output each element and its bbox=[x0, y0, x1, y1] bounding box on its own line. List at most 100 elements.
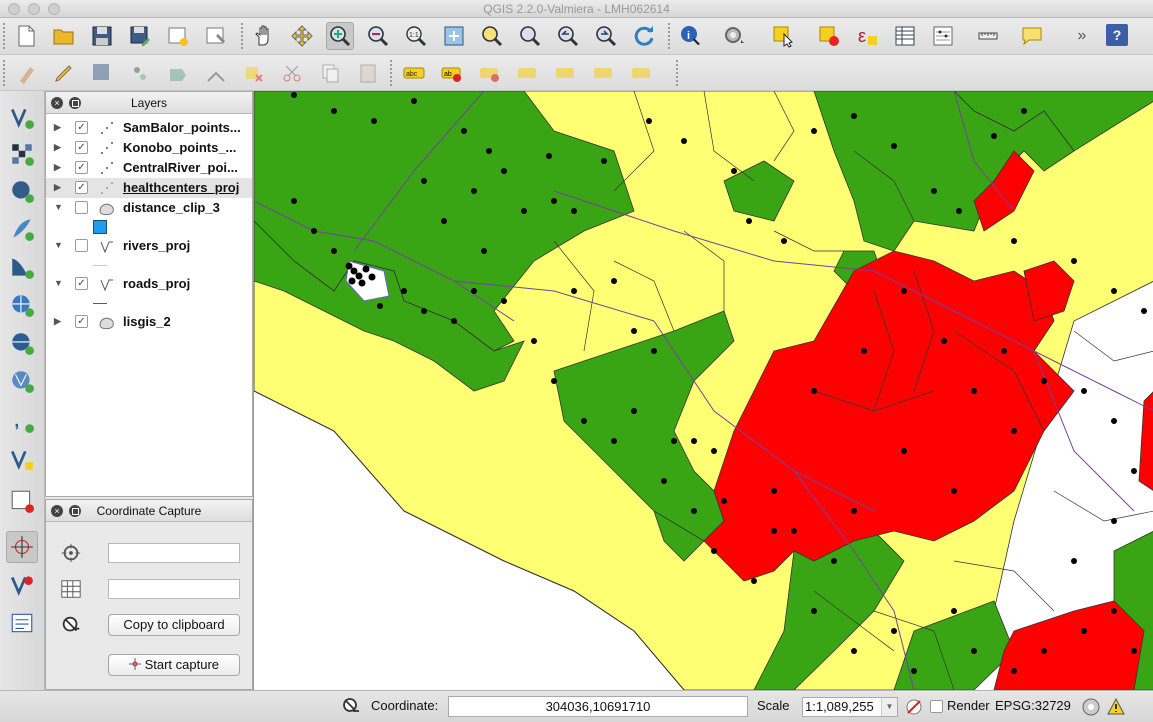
toolbar-grip[interactable] bbox=[3, 60, 7, 86]
pan-to-selection-icon[interactable] bbox=[288, 22, 316, 50]
identify-icon[interactable]: i bbox=[677, 22, 705, 50]
collapse-arrow-icon[interactable]: ▼ bbox=[54, 278, 63, 288]
zoom-full-icon[interactable] bbox=[440, 22, 468, 50]
crs-projection-icon[interactable] bbox=[1080, 696, 1102, 718]
attribute-table-icon[interactable] bbox=[891, 22, 919, 50]
coordinate-display[interactable]: 304036,10691710 bbox=[448, 696, 748, 717]
label-pin-icon[interactable]: ab bbox=[438, 59, 466, 87]
layer-item[interactable]: ▶ ✓ SamBalor_points... bbox=[46, 118, 252, 138]
add-vector-layer-icon[interactable] bbox=[6, 101, 38, 133]
layer-item[interactable]: ▶ ✓ CentralRiver_poi... bbox=[46, 158, 252, 178]
close-window-button[interactable] bbox=[8, 3, 20, 15]
toggle-editing-icon[interactable] bbox=[50, 59, 78, 87]
float-panel-icon[interactable] bbox=[69, 505, 81, 517]
render-checkbox[interactable] bbox=[930, 700, 943, 713]
add-wfs-layer-icon[interactable] bbox=[6, 365, 38, 397]
float-panel-icon[interactable] bbox=[69, 97, 81, 109]
zoom-actual-icon[interactable]: 1:1 bbox=[402, 22, 430, 50]
toolbar-grip[interactable] bbox=[390, 60, 394, 86]
layer-item[interactable]: ▶ ✓ lisgis_2 bbox=[46, 312, 252, 332]
measure-icon[interactable] bbox=[975, 22, 1003, 50]
label-show-hide-icon[interactable] bbox=[476, 59, 504, 87]
add-postgis-layer-icon[interactable] bbox=[6, 175, 38, 207]
copy-features-icon[interactable] bbox=[316, 59, 344, 87]
stop-render-icon[interactable] bbox=[904, 697, 924, 717]
layer-visibility-checkbox[interactable] bbox=[75, 201, 88, 214]
layer-visibility-checkbox[interactable]: ✓ bbox=[75, 121, 88, 134]
scale-combobox[interactable]: 1:1,089,255 ▼ bbox=[802, 697, 898, 717]
deselect-icon[interactable] bbox=[815, 22, 843, 50]
help-button[interactable]: ? bbox=[1106, 24, 1128, 46]
delete-selected-icon[interactable] bbox=[240, 59, 268, 87]
layer-item[interactable]: ▼ rivers_proj bbox=[46, 236, 252, 256]
text-annotation-icon[interactable] bbox=[6, 607, 38, 639]
minimize-window-button[interactable] bbox=[28, 3, 40, 15]
chevron-down-icon[interactable]: ▼ bbox=[881, 698, 897, 716]
move-feature-icon[interactable] bbox=[164, 59, 192, 87]
save-project-icon[interactable] bbox=[88, 22, 116, 50]
run-action-icon[interactable] bbox=[720, 22, 748, 50]
coordinate-field-1[interactable] bbox=[108, 543, 240, 563]
layer-visibility-checkbox[interactable]: ✓ bbox=[75, 141, 88, 154]
refresh-icon[interactable] bbox=[630, 22, 658, 50]
add-mssql-layer-icon[interactable] bbox=[6, 251, 38, 283]
map-render[interactable] bbox=[254, 91, 1153, 690]
close-panel-icon[interactable]: × bbox=[51, 97, 63, 109]
crs-icon[interactable] bbox=[58, 612, 84, 638]
toolbar-grip[interactable] bbox=[3, 23, 7, 49]
expand-arrow-icon[interactable]: ▶ bbox=[54, 162, 61, 173]
coordinate-field-2[interactable] bbox=[108, 579, 240, 599]
toolbar-grip[interactable] bbox=[241, 23, 245, 49]
collapse-arrow-icon[interactable]: ▼ bbox=[54, 240, 63, 250]
zoom-in-icon[interactable] bbox=[326, 22, 354, 50]
toolbar-overflow-button[interactable]: » bbox=[1068, 22, 1096, 50]
select-features-icon[interactable] bbox=[770, 22, 798, 50]
layer-visibility-checkbox[interactable]: ✓ bbox=[75, 315, 88, 328]
save-as-icon[interactable] bbox=[126, 22, 154, 50]
zoom-out-icon[interactable] bbox=[364, 22, 392, 50]
add-delimited-text-icon[interactable]: , bbox=[6, 405, 38, 437]
add-feature-icon[interactable] bbox=[126, 59, 154, 87]
coordinate-capture-icon[interactable] bbox=[6, 531, 38, 563]
new-composer-icon[interactable] bbox=[164, 22, 192, 50]
open-project-icon[interactable] bbox=[50, 22, 78, 50]
layer-item[interactable]: ▼ distance_clip_3 bbox=[46, 198, 252, 218]
expand-arrow-icon[interactable]: ▶ bbox=[54, 142, 61, 153]
zoom-selection-icon[interactable] bbox=[478, 22, 506, 50]
toolbar-grip[interactable] bbox=[668, 23, 672, 49]
new-project-icon[interactable] bbox=[12, 22, 40, 50]
layer-visibility-checkbox[interactable]: ✓ bbox=[75, 161, 88, 174]
label-rotate-icon[interactable] bbox=[552, 59, 580, 87]
layer-item[interactable]: ▶ ✓ Konobo_points_... bbox=[46, 138, 252, 158]
paste-features-icon[interactable] bbox=[354, 59, 382, 87]
add-raster-layer-icon[interactable] bbox=[6, 138, 38, 170]
coordinate-toggle-icon[interactable] bbox=[341, 696, 361, 716]
crs-status[interactable]: EPSG:32729 bbox=[995, 698, 1071, 713]
expand-arrow-icon[interactable]: ▶ bbox=[54, 182, 61, 193]
add-wcs-layer-icon[interactable] bbox=[6, 327, 38, 359]
warning-icon[interactable] bbox=[1106, 697, 1126, 717]
cut-features-icon[interactable] bbox=[278, 59, 306, 87]
zoom-layer-icon[interactable] bbox=[516, 22, 544, 50]
zoom-last-icon[interactable] bbox=[554, 22, 582, 50]
node-tool-icon[interactable] bbox=[202, 59, 230, 87]
label-move-icon[interactable] bbox=[514, 59, 542, 87]
zoom-window-button[interactable] bbox=[48, 3, 60, 15]
start-capture-button[interactable]: Start capture bbox=[108, 654, 240, 676]
label-change-icon[interactable] bbox=[590, 59, 618, 87]
layer-visibility-checkbox[interactable]: ✓ bbox=[75, 277, 88, 290]
georeferencer-icon[interactable] bbox=[6, 569, 38, 601]
collapse-arrow-icon[interactable]: ▼ bbox=[54, 202, 63, 212]
copy-to-clipboard-button[interactable]: Copy to clipboard bbox=[108, 614, 240, 636]
zoom-next-icon[interactable] bbox=[592, 22, 620, 50]
toolbar-grip[interactable] bbox=[676, 60, 680, 86]
map-canvas[interactable] bbox=[253, 91, 1153, 690]
remove-layer-icon[interactable] bbox=[6, 485, 38, 517]
label-edit-icon[interactable] bbox=[628, 59, 656, 87]
add-spatialite-layer-icon[interactable] bbox=[6, 213, 38, 245]
expression-select-icon[interactable]: ε bbox=[853, 22, 881, 50]
annotation-icon[interactable] bbox=[1018, 22, 1046, 50]
layer-visibility-checkbox[interactable]: ✓ bbox=[75, 181, 88, 194]
statistics-icon[interactable] bbox=[929, 22, 957, 50]
save-edits-icon[interactable] bbox=[88, 59, 116, 87]
